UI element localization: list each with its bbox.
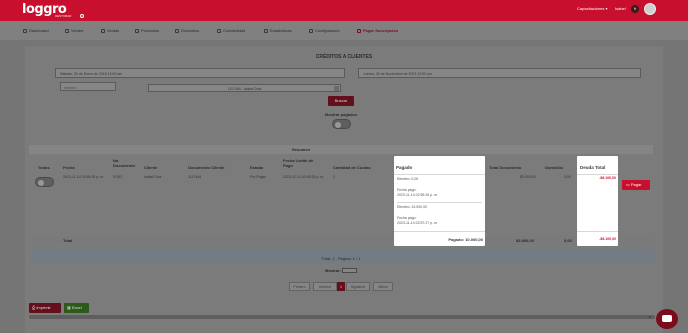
cell-documento-cliente: 1117444 [188, 175, 202, 179]
cell-fecha: 2023-11-14 02:55:25 p. m. [63, 175, 104, 179]
deuda-total: -$6.100,00 [599, 237, 616, 241]
menu-item-dashboard[interactable]: Dashboard [23, 28, 49, 33]
deuda-popup: Deuda Total -$6.100,00 -$6.100,00 [577, 156, 618, 246]
logo-subtitle: RESTOBAR [55, 14, 72, 18]
pagado-popup: Pagado Efectivo: 0,00 Fecha pago: 2023-1… [394, 156, 485, 246]
date-to-field[interactable]: Jueves, 30 de Noviembre de 2023 12:00 am [358, 68, 641, 78]
col-documento-cliente[interactable]: Documento Cliente [188, 165, 224, 170]
pago-2-metodo: Efectivo: 10.000,00 [397, 205, 427, 209]
col-cliente[interactable]: Cliente [144, 165, 157, 170]
table-group-header [29, 145, 653, 154]
mostrar-pagados-toggle[interactable] [332, 119, 351, 129]
page-size-label: Mostrar: [325, 268, 342, 273]
dashboard-icon [23, 28, 27, 33]
card-icon [357, 28, 361, 33]
pager-prev-button[interactable]: Anterior [313, 282, 337, 291]
box-icon [135, 28, 139, 33]
pager-info: Total: 1 - Página: 1 / 1 [321, 256, 361, 261]
divider [397, 202, 482, 203]
search-button[interactable]: Buscar [328, 96, 354, 106]
menu-item-estadisticas[interactable]: Estadísticas [264, 28, 292, 33]
divider [577, 174, 618, 175]
logo-mark-icon [80, 14, 84, 18]
ledger-icon [217, 28, 221, 33]
total-row [29, 236, 653, 245]
cell-estado: Por Pagar [250, 175, 266, 179]
main-menu: Dashboard Vender Ventas Productos Domici… [0, 21, 688, 40]
pager-next-button[interactable]: Siguiente [346, 282, 370, 291]
cart-icon [65, 28, 69, 33]
user-badge[interactable]: H [631, 5, 639, 13]
divider [577, 231, 618, 232]
menu-item-configuracion[interactable]: Configuración [309, 28, 340, 33]
cell-no-documento: POS2 [113, 175, 123, 179]
horizontal-scrollbar[interactable] [29, 315, 655, 319]
pagado-title: Pagado [396, 165, 413, 170]
page-size-select[interactable] [342, 268, 357, 273]
menu-item-pagar-suscripcion[interactable]: Pagar Suscripción [357, 28, 398, 33]
col-cantidad-cuotas[interactable]: Cantidad de Cuotas [333, 165, 371, 170]
mostrar-pagados-label: Mostrar pagados [324, 112, 358, 117]
cell-cantidad-cuotas: 1 [333, 175, 335, 179]
scroll-right-arrow[interactable]: ▸ [649, 314, 651, 319]
col-no-documento[interactable]: No. Documento [113, 158, 137, 168]
top-bar: loggro RESTOBAR Capacitaciones ▾ Isabel … [0, 0, 688, 21]
bike-icon [175, 28, 179, 33]
resumen-header: Resumen [292, 147, 311, 152]
user-name[interactable]: Isabel [615, 6, 626, 11]
col-domicilio[interactable]: Domicilio [545, 165, 563, 170]
col-fecha[interactable]: Fecha [63, 165, 75, 170]
chat-button[interactable] [656, 309, 678, 329]
print-button[interactable]: ⎙ Imprimir [29, 303, 61, 313]
deuda-value: -$6.100,00 [599, 176, 616, 180]
menu-item-productos[interactable]: Productos [135, 28, 159, 33]
pager-last-button[interactable]: Último [373, 282, 393, 291]
divider [394, 231, 485, 232]
capacitaciones-menu[interactable]: Capacitaciones ▾ [577, 6, 607, 11]
pago-1-fecha: 2023-11-14 02:55:26 p. m. [397, 193, 438, 197]
col-estado[interactable]: Estado [250, 165, 263, 170]
pager-first-button[interactable]: Primero [289, 282, 310, 291]
chat-icon [662, 315, 672, 322]
date-from-field[interactable]: Sábado, 30 de Enero de 2016 12:00 am [55, 68, 345, 78]
excel-button[interactable]: ▦ Excel [64, 303, 89, 313]
cell-cliente: Isabel Díaz [144, 175, 162, 179]
total-label: Total [63, 238, 73, 243]
page-title: CRÉDITOS A CLIENTES [315, 54, 373, 60]
client-select[interactable]: 1117444 - Isabel Díaz [148, 84, 341, 92]
cell-domicilio: 0,00 [564, 175, 571, 179]
pagado-total: Pagado: 10.000,00 [448, 237, 483, 242]
numero-input[interactable]: Número [60, 82, 116, 91]
select-row-toggle[interactable] [35, 177, 54, 187]
client-select-value: 1117444 - Isabel Díaz [227, 87, 262, 91]
pago-1-metodo: Efectivo: 0,00 [397, 177, 419, 181]
divider [394, 174, 485, 175]
menu-item-contabilidad[interactable]: Contabilidad [217, 28, 245, 33]
menu-item-ventas[interactable]: Ventas [101, 28, 119, 33]
total-domicilio-value: 0,00 [564, 238, 572, 243]
deuda-title: Deuda Total [580, 165, 606, 170]
toggle-knob [334, 121, 341, 128]
pago-2-fecha: 2023-11-14 02:57:27 p. m. [397, 221, 438, 225]
col-fecha-limite[interactable]: Fecha Límite de Pago [283, 158, 323, 168]
menu-item-domicilios[interactable]: Domicilios [175, 28, 199, 33]
receipt-icon [101, 28, 105, 33]
chart-icon [264, 28, 268, 33]
total-documento-value: $3.900,00 [516, 238, 534, 243]
col-todos[interactable]: Todos [38, 165, 50, 170]
avatar[interactable] [644, 3, 656, 15]
col-total-documento[interactable]: Total Documento [489, 165, 521, 170]
cell-fecha-limite: 2023-12-14 02:55:25 p. m. [283, 175, 325, 179]
cell-total-documento: $3.900,00 [520, 175, 536, 179]
toggle-knob [37, 179, 44, 186]
pager-current-page[interactable]: 1 [337, 282, 345, 291]
chevron-down-icon [334, 86, 339, 91]
pagar-button[interactable]: ▭ Pagar [622, 180, 650, 190]
menu-item-vender[interactable]: Vender [65, 28, 84, 33]
gear-icon [309, 28, 313, 33]
